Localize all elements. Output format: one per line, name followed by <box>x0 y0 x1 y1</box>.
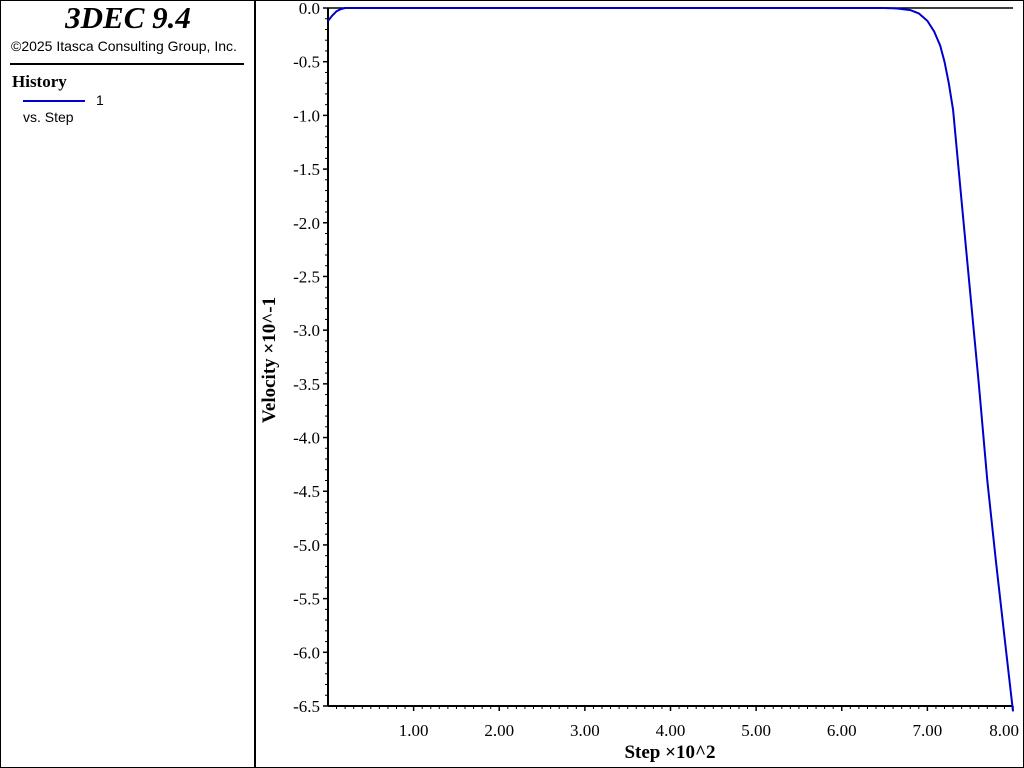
y-tick-label: -2.5 <box>293 267 320 286</box>
x-tick-label: 6.00 <box>827 721 857 740</box>
y-tick-label: -3.0 <box>293 321 320 340</box>
y-tick-label: -1.5 <box>293 160 320 179</box>
y-tick-label: -2.0 <box>293 214 320 233</box>
x-axis-title: Step ×10^2 <box>624 742 715 763</box>
x-tick-label: 3.00 <box>570 721 600 740</box>
x-tick-label: 7.00 <box>913 721 943 740</box>
series-layer <box>327 7 1014 712</box>
y-tick-label: -4.0 <box>293 429 320 448</box>
y-tick-label: -6.0 <box>293 643 320 662</box>
y-tick-label: -6.5 <box>293 697 320 716</box>
x-tick-label: 1.00 <box>399 721 429 740</box>
y-tick-label: -3.5 <box>293 375 320 394</box>
y-tick-label: -4.5 <box>293 482 320 501</box>
x-tick-label: 4.00 <box>656 721 686 740</box>
y-tick-label: -5.5 <box>293 590 320 609</box>
series-line-1 <box>327 7 1014 712</box>
axes: 0.0 -0.5 -1.0 -1.5 -2.0 -2.5 -3.0 -3.5 -4.0 -4.5 -… <box>293 0 1019 740</box>
y-tick-label: 0.0 <box>299 0 320 18</box>
y-tick-label: -5.0 <box>293 536 320 555</box>
velocity-chart: 0.0 -0.5 -1.0 -1.5 -2.0 -2.5 -3.0 -3.5 -4.0 -4.5 -… <box>259 0 1019 763</box>
y-tick-label: -0.5 <box>293 53 320 72</box>
x-tick-label: 8.00 <box>989 721 1019 740</box>
y-tick-label: -1.0 <box>293 106 320 125</box>
x-tick-label: 5.00 <box>741 721 771 740</box>
x-tick-label: 2.00 <box>484 721 514 740</box>
y-axis-title: Velocity ×10^-1 <box>259 297 280 423</box>
